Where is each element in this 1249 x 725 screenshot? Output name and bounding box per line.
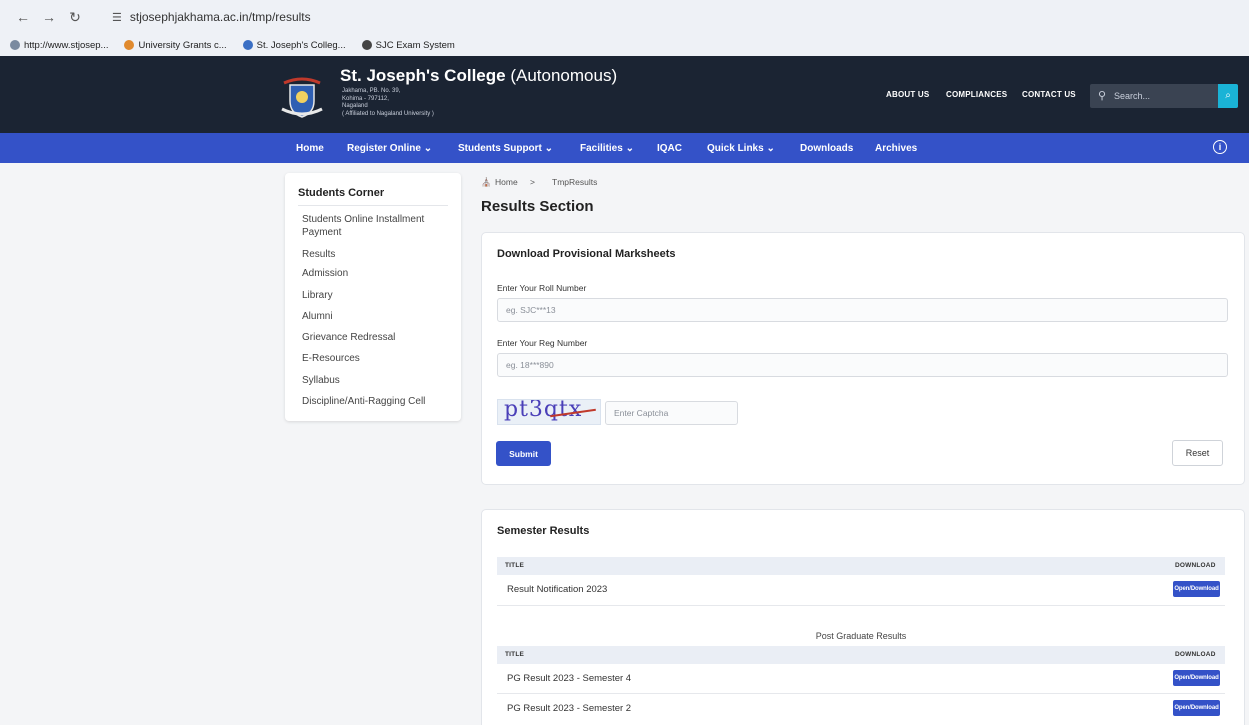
- chevron-down-icon: ⌄: [766, 143, 775, 154]
- info-icon[interactable]: i: [1213, 140, 1227, 154]
- chevron-down-icon: ⌄: [625, 143, 634, 154]
- reg-number-label: Enter Your Reg Number: [497, 338, 588, 348]
- sidebar-item-syllabus[interactable]: Syllabus: [302, 374, 450, 387]
- about-us-link[interactable]: ABOUT US: [886, 90, 929, 99]
- nav-archives[interactable]: Archives: [875, 143, 917, 154]
- bookmark-item[interactable]: St. Joseph's Colleg...: [242, 40, 346, 51]
- forward-icon[interactable]: →: [36, 9, 62, 25]
- sidebar-item-admission[interactable]: Admission: [302, 267, 450, 280]
- reload-icon[interactable]: ↻: [62, 9, 88, 26]
- roll-number-input[interactable]: [497, 298, 1228, 322]
- reg-number-input[interactable]: [497, 353, 1228, 377]
- nav-quick-links[interactable]: Quick Links ⌄: [707, 143, 775, 154]
- page-title: Results Section: [481, 198, 594, 215]
- captcha-input[interactable]: [605, 401, 738, 425]
- roll-number-label: Enter Your Roll Number: [497, 283, 587, 293]
- url-text: stjosephjakhama.ac.in/tmp/results: [129, 10, 311, 24]
- col-title: TITLE: [505, 651, 525, 658]
- table-row: PG Result 2023 - Semester 2: [507, 703, 632, 714]
- nav-students-support[interactable]: Students Support ⌄: [458, 143, 553, 154]
- row-divider: [497, 605, 1225, 606]
- table-row: PG Result 2023 - Semester 4: [507, 673, 632, 684]
- bookmark-item[interactable]: University Grants c...: [124, 40, 227, 51]
- row-divider: [497, 693, 1225, 694]
- sidebar-item-results[interactable]: Results: [302, 248, 450, 261]
- home-icon[interactable]: ⛪: [481, 177, 492, 188]
- bookmark-item[interactable]: http://www.stjosep...: [10, 40, 108, 51]
- breadcrumb-current: TmpResults: [552, 177, 598, 187]
- breadcrumb-separator: >: [530, 177, 535, 187]
- chevron-down-icon: ⌄: [544, 143, 554, 154]
- sidebar-title: Students Corner: [298, 187, 385, 199]
- students-corner-sidebar: Students Corner Students Online Installm…: [285, 173, 461, 421]
- chevron-down-icon: ⌄: [423, 143, 433, 154]
- captcha-image: pt3qtx: [497, 399, 601, 425]
- bookmarks-bar: http://www.stjosep... University Grants …: [0, 34, 1249, 56]
- semester-results-title: Semester Results: [497, 525, 590, 537]
- nav-register-online[interactable]: Register Online ⌄: [347, 143, 432, 154]
- reset-button[interactable]: Reset: [1172, 440, 1223, 466]
- site-search: ⚲ Search... ⌕: [1090, 84, 1238, 108]
- bookmark-item[interactable]: SJC Exam System: [361, 40, 455, 51]
- site-settings-icon[interactable]: ☰: [112, 11, 122, 24]
- open-download-button[interactable]: Open/Download: [1173, 670, 1220, 686]
- sidebar-divider: [298, 205, 448, 206]
- captcha-text: pt3qtx: [504, 399, 583, 422]
- nav-facilities[interactable]: Facilities ⌄: [580, 143, 634, 154]
- search-icon: ⚲: [1098, 90, 1107, 102]
- back-icon[interactable]: ←: [10, 9, 36, 25]
- sidebar-item-e-resources[interactable]: E-Resources: [302, 352, 450, 365]
- marksheet-title: Download Provisional Marksheets: [497, 248, 676, 260]
- open-download-button[interactable]: Open/Download: [1173, 700, 1220, 716]
- pg-table-header: TITLE DOWNLOAD: [497, 646, 1225, 664]
- breadcrumb-home[interactable]: Home: [495, 177, 518, 187]
- submit-button[interactable]: Submit: [496, 441, 551, 466]
- nav-downloads[interactable]: Downloads: [800, 143, 853, 154]
- pg-results-caption: Post Graduate Results: [815, 631, 907, 641]
- search-button[interactable]: ⌕: [1218, 84, 1238, 108]
- nav-iqac[interactable]: IQAC: [657, 143, 682, 154]
- bookmark-favicon-icon: [361, 40, 372, 50]
- results-table-header: TITLE DOWNLOAD: [497, 557, 1225, 575]
- browser-toolbar: ← → ↻ ☰ stjosephjakhama.ac.in/tmp/result…: [0, 0, 1249, 34]
- contact-us-link[interactable]: CONTACT US: [1022, 90, 1076, 99]
- col-download: DOWNLOAD: [1175, 651, 1216, 658]
- college-name[interactable]: St. Joseph's College (Autonomous): [340, 66, 617, 86]
- table-row: Result Notification 2023: [507, 584, 608, 595]
- col-download: DOWNLOAD: [1175, 562, 1216, 569]
- sidebar-item-alumni[interactable]: Alumni: [302, 310, 450, 323]
- sidebar-item-grievance[interactable]: Grievance Redressal: [302, 331, 450, 344]
- compliances-link[interactable]: COMPLIANCES: [946, 90, 1007, 99]
- bookmark-favicon-icon: [242, 40, 253, 50]
- sidebar-item-library[interactable]: Library: [302, 289, 450, 302]
- sidebar-item-discipline[interactable]: Discipline/Anti-Ragging Cell: [302, 395, 450, 408]
- bookmark-favicon-icon: [124, 40, 135, 50]
- address-bar[interactable]: ☰ stjosephjakhama.ac.in/tmp/results: [102, 5, 321, 29]
- col-title: TITLE: [505, 562, 525, 569]
- college-address: Jakhama, PB. No. 39, Kohima - 797112, Na…: [342, 88, 434, 117]
- nav-home[interactable]: Home: [296, 143, 324, 154]
- open-download-button[interactable]: Open/Download: [1173, 581, 1220, 597]
- sidebar-item-online-payment[interactable]: Students Online Installment Payment: [302, 213, 450, 239]
- search-input[interactable]: Search...: [1114, 91, 1150, 101]
- bookmark-favicon-icon: [10, 40, 20, 50]
- college-logo-icon[interactable]: [280, 69, 324, 121]
